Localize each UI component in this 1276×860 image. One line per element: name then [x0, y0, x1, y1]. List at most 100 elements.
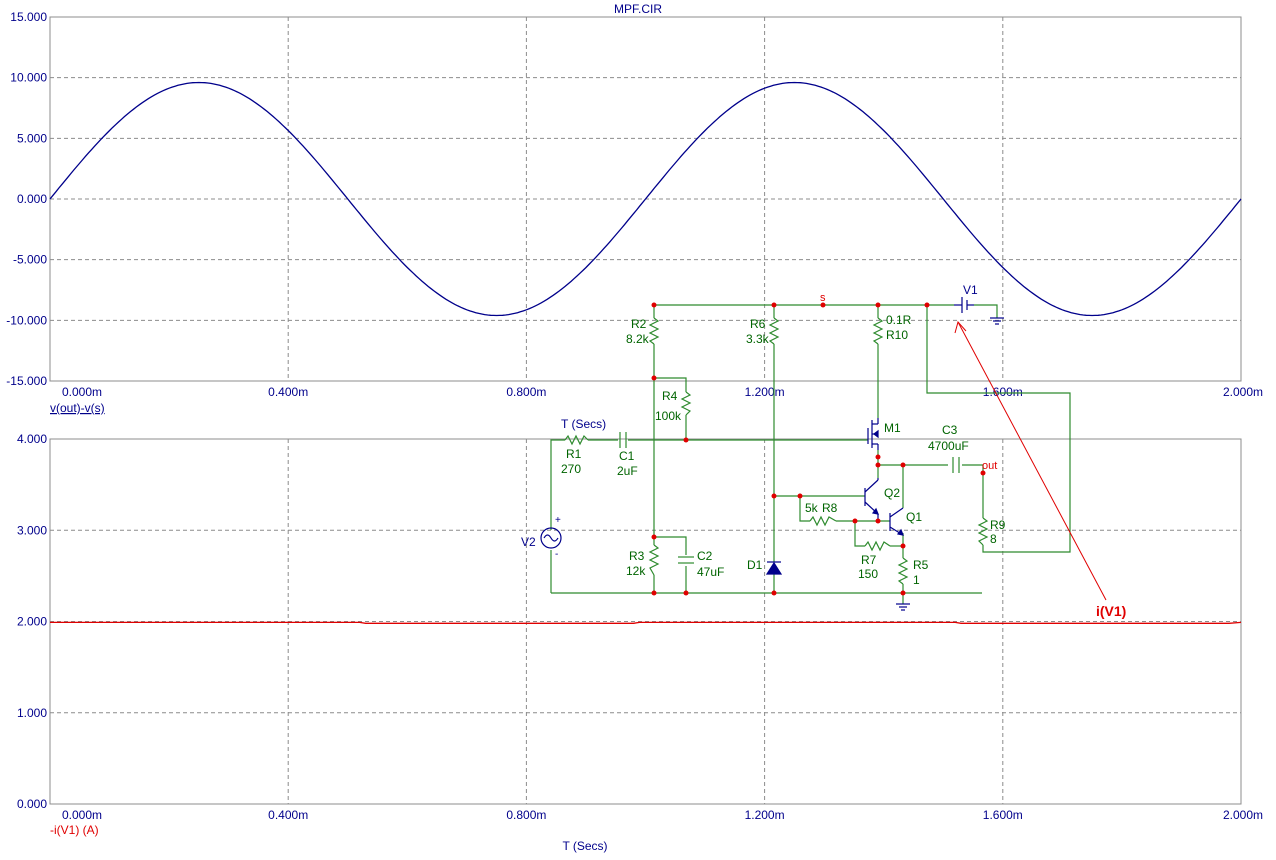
d1-symbol[interactable] [765, 561, 783, 575]
y-tick-label: 10.000 [10, 71, 47, 85]
v2-plus: + [555, 515, 561, 526]
c1-value: 2uF [617, 464, 638, 478]
r9-value: 8 [990, 532, 997, 546]
r2-symbol[interactable] [648, 317, 660, 345]
q2-symbol[interactable] [864, 478, 879, 521]
r4-value: 100k [655, 409, 682, 423]
current-series-layer [50, 621, 1242, 624]
r1-symbol[interactable] [564, 434, 589, 446]
r4-symbol[interactable] [680, 391, 692, 416]
r6-name: R6 [750, 317, 766, 331]
current-x-tick-labels: 0.000m 0.400m 0.800m 1.200m 1.600m 2.000m [62, 808, 1263, 822]
wire-r7 [854, 521, 865, 547]
x-tick-label: 0.000m [62, 808, 102, 822]
probe-label: i(V1) [1096, 603, 1126, 619]
ground-icon [990, 317, 1004, 325]
x-tick-label: 0.400m [268, 808, 308, 822]
c1-symbol[interactable] [619, 432, 627, 448]
r2-value: 8.2k [626, 332, 650, 346]
y-tick-label: 15.000 [10, 10, 47, 24]
x-tick-label: 1.600m [983, 385, 1023, 399]
r10-value: 0.1R [886, 313, 912, 327]
r9-symbol[interactable] [977, 517, 989, 546]
r6-value: 3.3k [746, 332, 770, 346]
y-tick-label: -15.000 [6, 374, 47, 388]
ground-icon [896, 603, 910, 611]
analysis-window: MPF.CIR 15.00010.0005.0000.000-5.000-10.… [6, 2, 1263, 853]
voltage-y-label[interactable]: v(out)-v(s) [50, 401, 105, 415]
x-tick-label: 0.800m [506, 385, 546, 399]
window-title: MPF.CIR [614, 2, 662, 16]
c2-symbol[interactable] [678, 556, 694, 564]
c3-symbol[interactable] [952, 457, 960, 473]
r6-symbol[interactable] [768, 317, 780, 345]
y-tick-label: -5.000 [13, 253, 47, 267]
r4-name: R4 [662, 389, 678, 403]
r9-name: R9 [990, 518, 1006, 532]
r3-value: 12k [626, 564, 646, 578]
r7-name: R7 [861, 553, 877, 567]
r8-name: R8 [822, 501, 838, 515]
r10-symbol[interactable] [872, 317, 884, 345]
r1-value: 270 [561, 462, 581, 476]
c2-value: 47uF [697, 565, 724, 579]
v1-name: V1 [963, 283, 978, 297]
y-tick-label: 5.000 [17, 131, 47, 145]
current-y-tick-labels: 4.000 3.000 2.000 1.000 0.000 [17, 432, 47, 811]
r7-value: 150 [858, 567, 878, 581]
x-tick-label: 0.800m [506, 808, 546, 822]
r5-value: 1 [913, 573, 920, 587]
r5-symbol[interactable] [897, 557, 909, 585]
x-tick-label: 1.600m [983, 808, 1023, 822]
x-axis-label: T (Secs) [562, 839, 607, 853]
r1-name: R1 [566, 447, 582, 461]
y-tick-label: 2.000 [17, 615, 47, 629]
current-y-label[interactable]: -i(V1) (A) [50, 823, 99, 837]
x-tick-label: 1.200m [745, 385, 785, 399]
r2-name: R2 [631, 317, 647, 331]
m1-symbol[interactable] [867, 418, 879, 450]
r10-name: R10 [886, 328, 908, 342]
current-series-line[interactable] [50, 621, 1242, 624]
r5-name: R5 [913, 558, 929, 572]
current-plot[interactable]: 4.0003.0002.0001.0000.000 0.000m 0.400m 0.… [17, 432, 1263, 853]
q2-name: Q2 [884, 486, 900, 500]
node-s: s [820, 292, 826, 304]
r3-symbol[interactable] [648, 544, 660, 576]
x-tick-label: 0.400m [268, 385, 308, 399]
q1-symbol[interactable] [889, 507, 904, 536]
y-tick-label: 3.000 [17, 523, 47, 537]
v2-minus: - [555, 549, 558, 560]
r8-value: 5k [805, 501, 819, 515]
v2-source-symbol[interactable] [540, 527, 562, 549]
c1-name: C1 [619, 449, 635, 463]
schematic-labels: T (Secs) R1 270 C1 2uF R2 8.2k R4 100k R… [521, 283, 1126, 619]
v2-name: V2 [521, 535, 536, 549]
x-tick-label: 1.200m [745, 808, 785, 822]
m1-name: M1 [884, 421, 901, 435]
y-tick-label: 4.000 [17, 432, 47, 446]
probe-arrow [954, 320, 1107, 601]
r7-symbol[interactable] [864, 540, 891, 552]
r8-symbol[interactable] [809, 515, 837, 527]
current-plot-grid [50, 439, 1241, 804]
q1-name: Q1 [906, 510, 922, 524]
y-tick-label: 1.000 [17, 706, 47, 720]
wire-c3-out [962, 464, 984, 518]
c2-name: C2 [697, 549, 713, 563]
x-tick-label: 0.000m [62, 385, 102, 399]
y-tick-label: -10.000 [6, 313, 47, 327]
voltage-plot[interactable]: 15.000 10.000 5.000 0.000 -5.000 -10.000 -15.0… [6, 10, 1263, 415]
wire-v1-ground [974, 304, 998, 318]
r3-name: R3 [629, 549, 645, 563]
y-tick-label: 0.000 [17, 192, 47, 206]
x-tick-label: 2.000m [1223, 808, 1263, 822]
wire-c2 [654, 536, 687, 555]
v1-symbol[interactable] [954, 297, 974, 313]
voltage-y-tick-labels: 15.000 10.000 5.000 0.000 -5.000 -10.000 -15.0… [6, 10, 47, 388]
y-tick-label: 0.000 [17, 797, 47, 811]
c3-name: C3 [942, 423, 958, 437]
x-tick-label: 2.000m [1223, 385, 1263, 399]
node-out: out [982, 460, 997, 472]
sweep-label: T (Secs) [561, 417, 606, 431]
